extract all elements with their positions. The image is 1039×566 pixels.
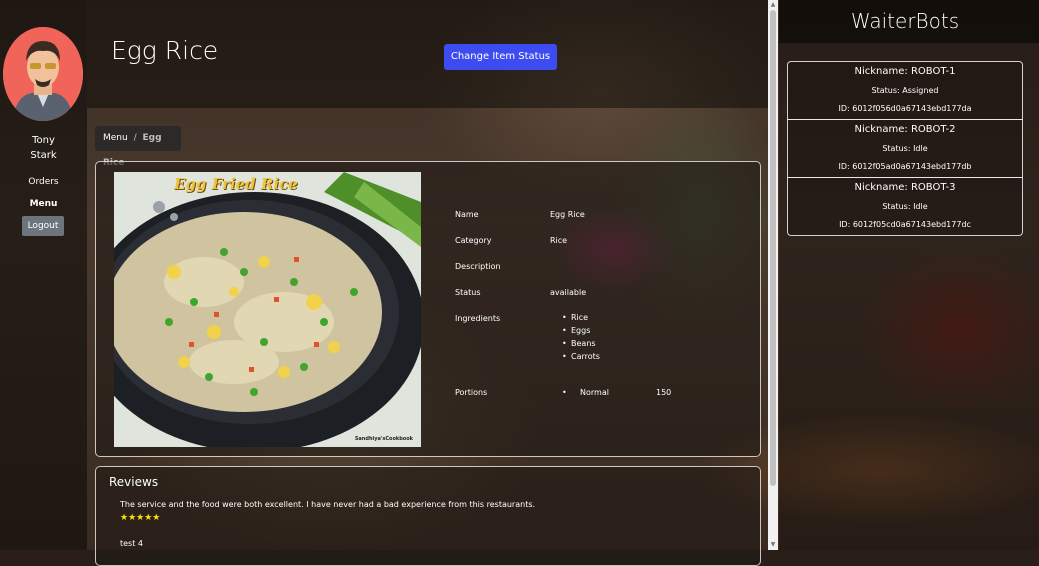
- category-label: Category: [455, 236, 492, 245]
- change-item-status-button[interactable]: Change Item Status: [444, 44, 557, 70]
- logout-button[interactable]: Logout: [22, 216, 64, 236]
- waiterbot-list: Nickname: ROBOT-1 Status: Assigned ID: 6…: [787, 61, 1023, 236]
- breadcrumb-separator: /: [133, 133, 137, 143]
- scroll-down-icon[interactable]: ▼: [768, 540, 778, 550]
- name-value: Egg Rice: [550, 210, 585, 219]
- avatar-illustration: [3, 27, 83, 121]
- scroll-up-icon[interactable]: ▲: [768, 0, 778, 10]
- nav-menu-link[interactable]: Menu: [0, 199, 87, 209]
- user-last-name: Stark: [30, 150, 57, 161]
- breadcrumb: Menu / Egg Rice: [95, 126, 181, 168]
- waiterbot-card: Nickname: ROBOT-2 Status: Idle ID: 6012f…: [787, 119, 1023, 178]
- food-image-credit: Sandhiya'sCookbook: [354, 436, 413, 442]
- nav-orders-link[interactable]: Orders: [0, 177, 87, 187]
- ingredient-item: Carrots: [562, 350, 600, 363]
- review-text: The service and the food were both excel…: [120, 500, 536, 509]
- food-pan-illustration: [114, 172, 421, 447]
- bot-status: Status: Assigned: [871, 86, 939, 95]
- waiterbots-panel: WaiterBots Nickname: ROBOT-1 Status: Ass…: [779, 0, 1039, 550]
- user-name: Tony Stark: [0, 133, 87, 163]
- ingredients-label: Ingredients: [455, 314, 501, 323]
- bot-id: ID: 6012f056d0a67143ebd177da: [838, 104, 972, 113]
- scrollbar-thumb[interactable]: [770, 10, 776, 486]
- ingredients-list: Rice Eggs Beans Carrots: [562, 311, 600, 363]
- bot-id: ID: 6012f05ad0a67143ebd177db: [838, 162, 972, 171]
- waiterbots-title: WaiterBots: [850, 9, 960, 33]
- portion-price: 150: [656, 388, 672, 397]
- bot-status: Status: Idle: [882, 144, 928, 153]
- page-scrollbar[interactable]: ▲ ▼: [768, 0, 778, 550]
- bot-nickname: Nickname: ROBOT-3: [854, 182, 956, 193]
- bot-id: ID: 6012f05cd0a67143ebd177dc: [839, 220, 971, 229]
- waiterbot-card: Nickname: ROBOT-3 Status: Idle ID: 6012f…: [787, 177, 1023, 236]
- status-label: Status: [455, 288, 481, 297]
- review-text: test 4: [120, 539, 143, 548]
- ingredient-item: Eggs: [562, 324, 600, 337]
- waiterbots-header: WaiterBots: [779, 0, 1039, 43]
- review-star-rating: ★★★★★: [120, 513, 161, 523]
- waiterbot-card: Nickname: ROBOT-1 Status: Assigned ID: 6…: [787, 61, 1023, 120]
- portion-bullet: •: [562, 388, 567, 397]
- page-title: Egg Rice: [111, 36, 219, 65]
- ingredient-item: Rice: [562, 311, 600, 324]
- portion-name: Normal: [580, 388, 609, 397]
- reviews-title: Reviews: [109, 475, 159, 489]
- ingredient-item: Beans: [562, 337, 600, 350]
- bot-nickname: Nickname: ROBOT-2: [854, 124, 956, 135]
- status-value: available: [550, 288, 587, 297]
- bot-nickname: Nickname: ROBOT-1: [854, 66, 956, 77]
- reviews-card: Reviews The service and the food were bo…: [95, 466, 761, 566]
- description-label: Description: [455, 262, 501, 271]
- food-image: Egg Fried Rice Sandhiya'sCookbook: [114, 172, 421, 447]
- item-details-card: Egg Fried Rice Sandhiya'sCookbook Name E…: [95, 161, 761, 457]
- user-first-name: Tony: [32, 135, 55, 146]
- name-label: Name: [455, 210, 479, 219]
- user-avatar: [3, 27, 83, 121]
- breadcrumb-menu-link[interactable]: Menu: [103, 133, 128, 143]
- food-image-title: Egg Fried Rice: [174, 175, 298, 193]
- portions-label: Portions: [455, 388, 488, 397]
- bot-status: Status: Idle: [882, 202, 928, 211]
- category-value: Rice: [550, 236, 568, 245]
